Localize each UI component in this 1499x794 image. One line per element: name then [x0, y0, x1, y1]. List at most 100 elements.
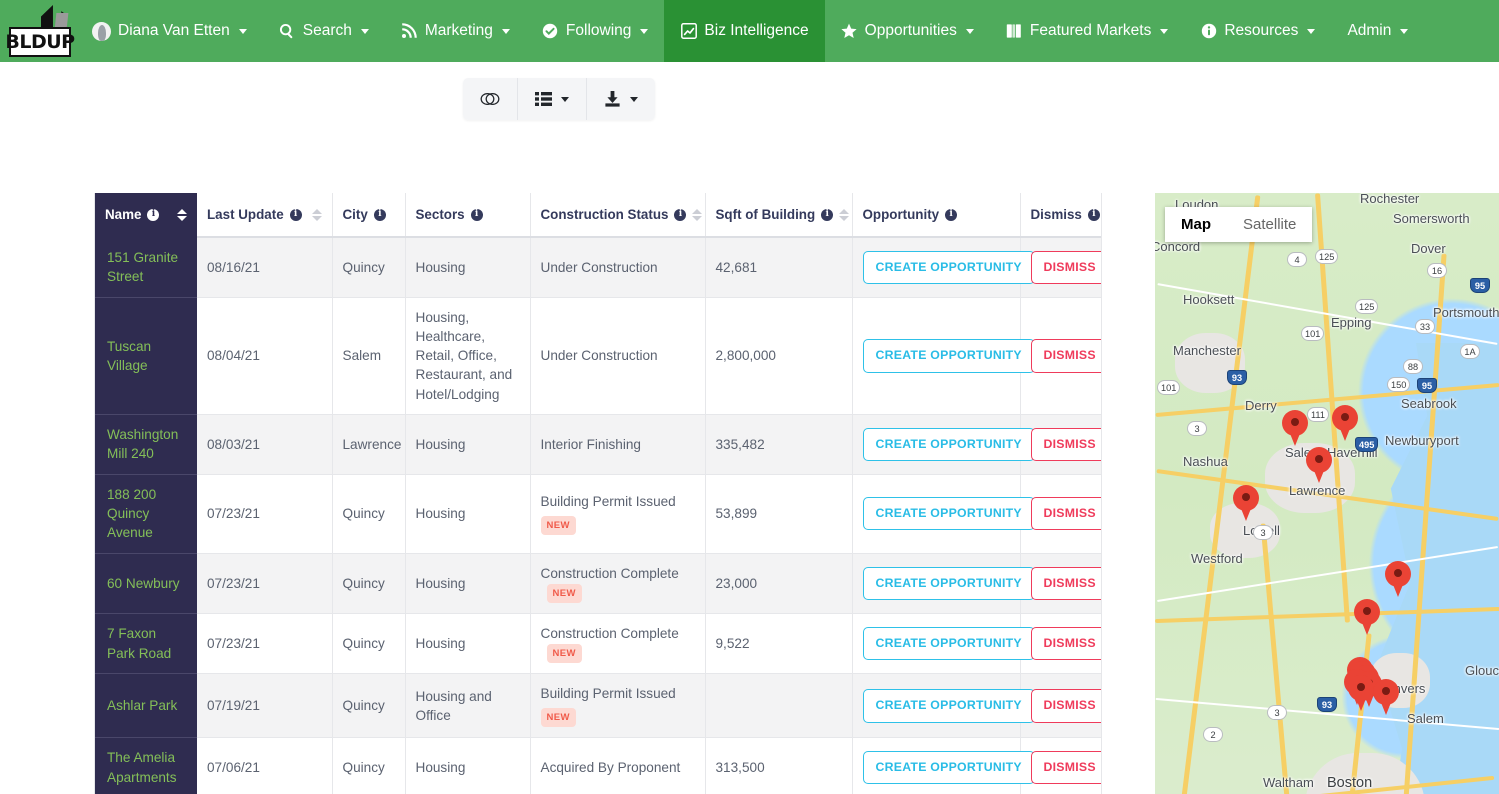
map-marker-pin-icon[interactable] — [1354, 599, 1380, 635]
pin-dot — [1363, 607, 1371, 615]
map-route-shield: 2 — [1203, 727, 1223, 742]
sort-toggle-icon[interactable] — [839, 209, 849, 221]
project-link[interactable]: 188 200 Quincy Avenue — [107, 487, 156, 541]
map-place-label: Westford — [1191, 551, 1243, 566]
nav-item-marketing[interactable]: Marketing — [385, 0, 526, 62]
navbar-items: Diana Van EttenSearchMarketingFollowingB… — [76, 0, 1499, 62]
opportunities-table: NameiLast UpdateiCityiSectorsiConstructi… — [95, 193, 1102, 794]
map-place-label: Lawrence — [1289, 483, 1345, 498]
column-header-label: Name — [105, 207, 141, 222]
cell-last-update: 07/23/21 — [197, 474, 332, 553]
info-icon[interactable]: i — [147, 209, 159, 221]
nav-item-admin[interactable]: Admin — [1331, 0, 1424, 62]
create-opportunity-button[interactable]: CREATE OPPORTUNITY — [863, 251, 1035, 284]
map-route-shield: 16 — [1427, 263, 1447, 278]
create-opportunity-button[interactable]: CREATE OPPORTUNITY — [863, 627, 1035, 660]
map-route-shield: 125 — [1355, 299, 1378, 314]
sort-toggle-icon[interactable] — [312, 209, 322, 221]
pin-dot — [1242, 493, 1250, 501]
toggle-columns-button[interactable] — [463, 78, 518, 120]
create-opportunity-button[interactable]: CREATE OPPORTUNITY — [863, 689, 1035, 722]
project-link[interactable]: 7 Faxon Park Road — [107, 626, 171, 660]
dismiss-button[interactable]: DISMISS — [1031, 689, 1103, 722]
create-opportunity-button[interactable]: CREATE OPPORTUNITY — [863, 751, 1035, 784]
cell-city: Quincy — [332, 237, 405, 297]
map-marker-pin-icon[interactable] — [1385, 561, 1411, 597]
column-header-sqft-of-building[interactable]: Sqft of Buildingi — [705, 193, 852, 237]
construction-status-value: Building Permit IssuedNEW — [541, 494, 676, 530]
view-list-button[interactable] — [518, 78, 587, 120]
projects-map[interactable]: LoudonRochesterSomersworthConcordDoverHo… — [1155, 193, 1499, 794]
dismiss-button[interactable]: DISMISS — [1031, 627, 1103, 660]
cell-dismiss: DISMISS — [1020, 474, 1102, 553]
dismiss-button[interactable]: DISMISS — [1031, 428, 1103, 461]
info-icon[interactable]: i — [821, 209, 833, 221]
dismiss-button[interactable]: DISMISS — [1031, 751, 1103, 784]
cell-construction-status: Building Permit IssuedNEW — [530, 674, 705, 738]
create-opportunity-button[interactable]: CREATE OPPORTUNITY — [863, 497, 1035, 530]
create-opportunity-button[interactable]: CREATE OPPORTUNITY — [863, 339, 1035, 372]
create-opportunity-button[interactable]: CREATE OPPORTUNITY — [863, 428, 1035, 461]
project-link[interactable]: Ashlar Park — [107, 698, 177, 713]
dismiss-button[interactable]: DISMISS — [1031, 339, 1103, 372]
column-header-name[interactable]: Namei — [95, 193, 197, 237]
chevron-down-icon — [361, 29, 369, 34]
map-type-toggle[interactable]: MapSatellite — [1165, 207, 1312, 242]
dismiss-button[interactable]: DISMISS — [1031, 567, 1103, 600]
map-route-shield: 101 — [1157, 380, 1180, 395]
top-navbar: BLDUP Diana Van EttenSearchMarketingFoll… — [0, 0, 1499, 62]
map-type-map[interactable]: Map — [1165, 207, 1227, 242]
sort-toggle-icon[interactable] — [692, 209, 702, 221]
info-icon[interactable]: i — [1088, 209, 1100, 221]
new-badge: NEW — [541, 708, 576, 727]
map-route-shield: 101 — [1301, 326, 1324, 341]
map-route-shield: 125 — [1315, 249, 1338, 264]
nav-item-search[interactable]: Search — [263, 0, 385, 62]
create-opportunity-button[interactable]: CREATE OPPORTUNITY — [863, 567, 1035, 600]
map-marker-pin-icon[interactable] — [1282, 410, 1308, 446]
column-header-last-update[interactable]: Last Updatei — [197, 193, 332, 237]
cell-dismiss: DISMISS — [1020, 738, 1102, 794]
sort-toggle-icon[interactable] — [177, 209, 187, 221]
project-link[interactable]: 151 Granite Street — [107, 250, 178, 284]
column-header-construction-status[interactable]: Construction Statusi — [530, 193, 705, 237]
info-icon[interactable]: i — [290, 209, 302, 221]
project-link[interactable]: 60 Newbury — [107, 576, 180, 591]
dismiss-button[interactable]: DISMISS — [1031, 497, 1103, 530]
map-route-shield: 111 — [1307, 407, 1329, 422]
download-icon — [604, 91, 621, 107]
info-icon[interactable]: i — [374, 209, 386, 221]
cell-construction-status: Building Permit IssuedNEW — [530, 474, 705, 553]
map-marker-pin-icon[interactable] — [1348, 675, 1374, 711]
avatar — [92, 22, 111, 41]
nav-item-resources[interactable]: Resources — [1184, 0, 1331, 62]
brand-logo[interactable]: BLDUP — [0, 0, 76, 62]
map-marker-pin-icon[interactable] — [1233, 485, 1259, 521]
info-icon[interactable]: i — [674, 209, 686, 221]
bldup-logo-icon: BLDUP — [7, 3, 73, 59]
map-route-shield: 93 — [1227, 370, 1247, 385]
download-button[interactable] — [587, 78, 655, 120]
project-link[interactable]: Tuscan Village — [107, 339, 151, 373]
map-type-satellite[interactable]: Satellite — [1227, 207, 1312, 242]
map-place-label: Derry — [1245, 398, 1277, 413]
dismiss-button[interactable]: DISMISS — [1031, 251, 1103, 284]
map-marker-pin-icon[interactable] — [1332, 405, 1358, 441]
project-link[interactable]: Washington Mill 240 — [107, 427, 178, 461]
cell-last-update: 08/03/21 — [197, 415, 332, 475]
cell-city: Salem — [332, 297, 405, 414]
nav-item-diana-van-etten[interactable]: Diana Van Etten — [76, 0, 263, 62]
map-marker-pin-icon[interactable] — [1306, 447, 1332, 483]
map-place-label: Boston — [1327, 775, 1372, 791]
info-icon[interactable]: i — [945, 209, 957, 221]
cell-last-update: 07/06/21 — [197, 738, 332, 794]
map-place-label: Hooksett — [1183, 292, 1234, 307]
project-link[interactable]: The Amelia Apartments — [107, 750, 177, 784]
nav-item-opportunities[interactable]: Opportunities — [825, 0, 990, 62]
info-icon[interactable]: i — [471, 209, 483, 221]
map-marker-pin-icon[interactable] — [1373, 679, 1399, 715]
nav-item-biz-intelligence[interactable]: Biz Intelligence — [664, 0, 824, 62]
column-header-city: Cityi — [332, 193, 405, 237]
nav-item-following[interactable]: Following — [526, 0, 664, 62]
nav-item-featured-markets[interactable]: Featured Markets — [990, 0, 1184, 62]
